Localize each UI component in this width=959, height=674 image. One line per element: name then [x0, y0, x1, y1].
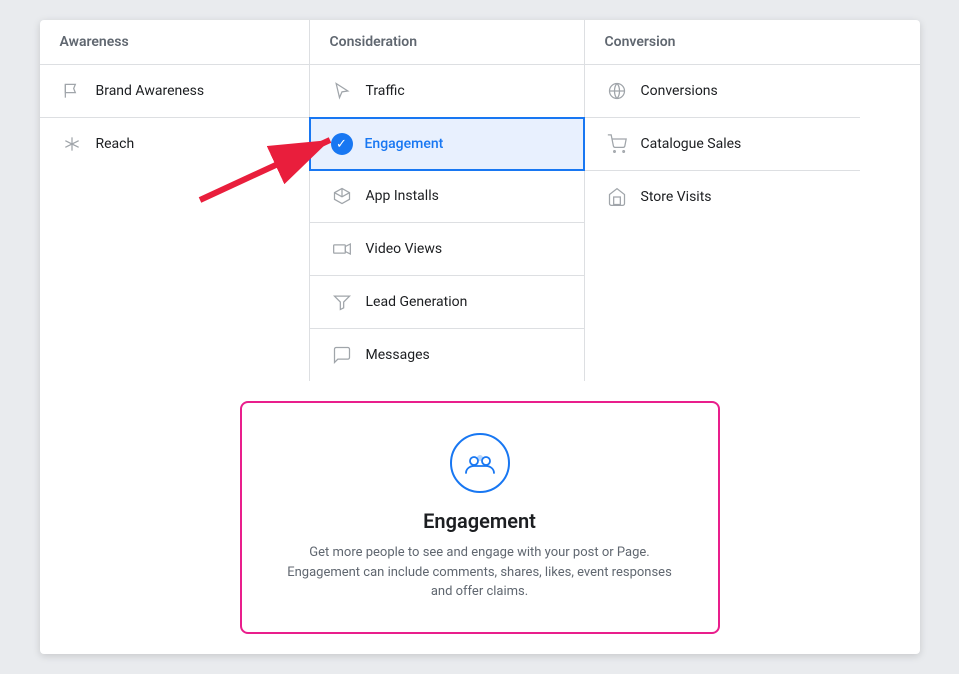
filter-icon [330, 290, 354, 314]
cursor-icon [330, 79, 354, 103]
consideration-column: Traffic ✓ Engagement App Installs [310, 65, 585, 381]
video-views-label: Video Views [366, 241, 443, 257]
reach-label: Reach [96, 136, 135, 152]
app-installs-label: App Installs [366, 188, 439, 204]
column-headers: Awareness Consideration Conversion [40, 20, 920, 65]
messages-label: Messages [366, 347, 430, 363]
store-icon [605, 185, 629, 209]
conversions-label: Conversions [641, 83, 718, 99]
lead-generation-item[interactable]: Lead Generation [310, 276, 584, 329]
lead-generation-label: Lead Generation [366, 294, 468, 310]
store-visits-item[interactable]: Store Visits [585, 171, 860, 223]
engagement-card-icon [450, 433, 510, 493]
awareness-header: Awareness [40, 20, 310, 64]
check-icon: ✓ [331, 133, 353, 155]
catalogue-sales-item[interactable]: Catalogue Sales [585, 118, 860, 171]
globe-icon [605, 79, 629, 103]
consideration-header: Consideration [310, 20, 585, 64]
video-icon [330, 237, 354, 261]
brand-awareness-label: Brand Awareness [96, 83, 205, 99]
content-grid: Brand Awareness Reach [40, 65, 920, 381]
flag-icon [60, 79, 84, 103]
chat-icon [330, 343, 354, 367]
conversion-header: Conversion [585, 20, 860, 64]
app-installs-item[interactable]: App Installs [310, 170, 584, 223]
store-visits-label: Store Visits [641, 189, 712, 205]
awareness-column: Brand Awareness Reach [40, 65, 310, 381]
engagement-item[interactable]: ✓ Engagement [309, 117, 585, 171]
card-title: Engagement [282, 509, 678, 533]
engagement-label: Engagement [365, 136, 444, 152]
traffic-item[interactable]: Traffic [310, 65, 584, 118]
conversion-column: Conversions Catalogue Sales [585, 65, 860, 381]
campaign-objective-selector: Awareness Consideration Conversion Brand… [40, 20, 920, 654]
catalogue-sales-label: Catalogue Sales [641, 136, 742, 152]
traffic-label: Traffic [366, 83, 405, 99]
box-icon [330, 184, 354, 208]
cart-icon [605, 132, 629, 156]
conversions-item[interactable]: Conversions [585, 65, 860, 118]
messages-item[interactable]: Messages [310, 329, 584, 381]
video-views-item[interactable]: Video Views [310, 223, 584, 276]
reach-item[interactable]: Reach [40, 118, 309, 170]
asterisk-icon [60, 132, 84, 156]
brand-awareness-item[interactable]: Brand Awareness [40, 65, 309, 118]
engagement-detail-card: Engagement Get more people to see and en… [240, 401, 720, 634]
